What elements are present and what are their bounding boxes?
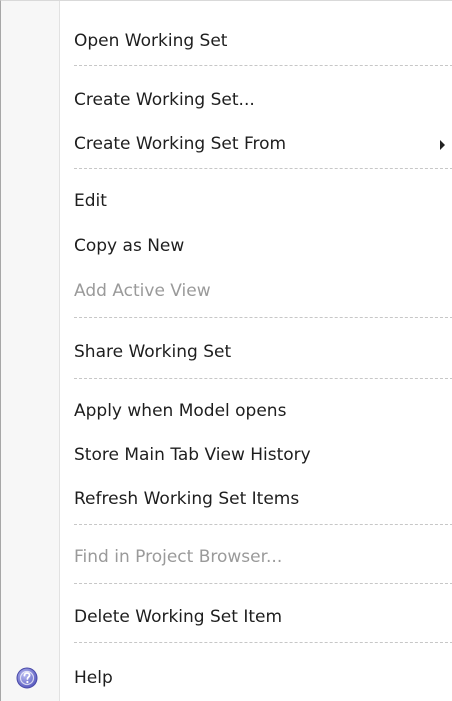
menu-separator bbox=[74, 317, 452, 318]
menu-item-share-working-set[interactable]: Share Working Set bbox=[60, 329, 452, 375]
menu-separator bbox=[74, 65, 452, 66]
menu-item-store-main-tab-view-history[interactable]: Store Main Tab View History bbox=[60, 432, 452, 478]
menu-item-edit[interactable]: Edit bbox=[60, 178, 452, 224]
menu-item-delete-working-set-item[interactable]: Delete Working Set Item bbox=[60, 594, 452, 640]
menu-separator bbox=[74, 378, 452, 379]
menu-item-create-working-set[interactable]: Create Working Set... bbox=[60, 77, 452, 123]
menu-item-open-working-set[interactable]: Open Working Set bbox=[60, 18, 452, 64]
menu-item-label: Create Working Set From bbox=[74, 134, 287, 154]
menu-item-help[interactable]: Help bbox=[60, 655, 452, 701]
menu-separator bbox=[74, 168, 452, 169]
submenu-arrow-icon bbox=[440, 140, 445, 150]
menu-item-copy-as-new[interactable]: Copy as New bbox=[60, 223, 452, 269]
menu-item-find-in-project-browser: Find in Project Browser... bbox=[74, 547, 283, 567]
menu-separator bbox=[74, 642, 452, 643]
menu-separator bbox=[74, 583, 452, 584]
help-icon bbox=[16, 667, 38, 689]
menu-item-create-working-set-from[interactable]: Create Working Set From bbox=[60, 121, 452, 167]
working-set-context-menu: Open Working Set Create Working Set... C… bbox=[0, 0, 452, 701]
menu-item-apply-when-model-opens[interactable]: Apply when Model opens bbox=[60, 388, 452, 434]
menu-item-refresh-working-set-items[interactable]: Refresh Working Set Items bbox=[60, 476, 452, 522]
menu-separator bbox=[74, 524, 452, 525]
menu-item-add-active-view: Add Active View bbox=[74, 281, 211, 301]
menu-icon-gutter bbox=[1, 1, 59, 701]
